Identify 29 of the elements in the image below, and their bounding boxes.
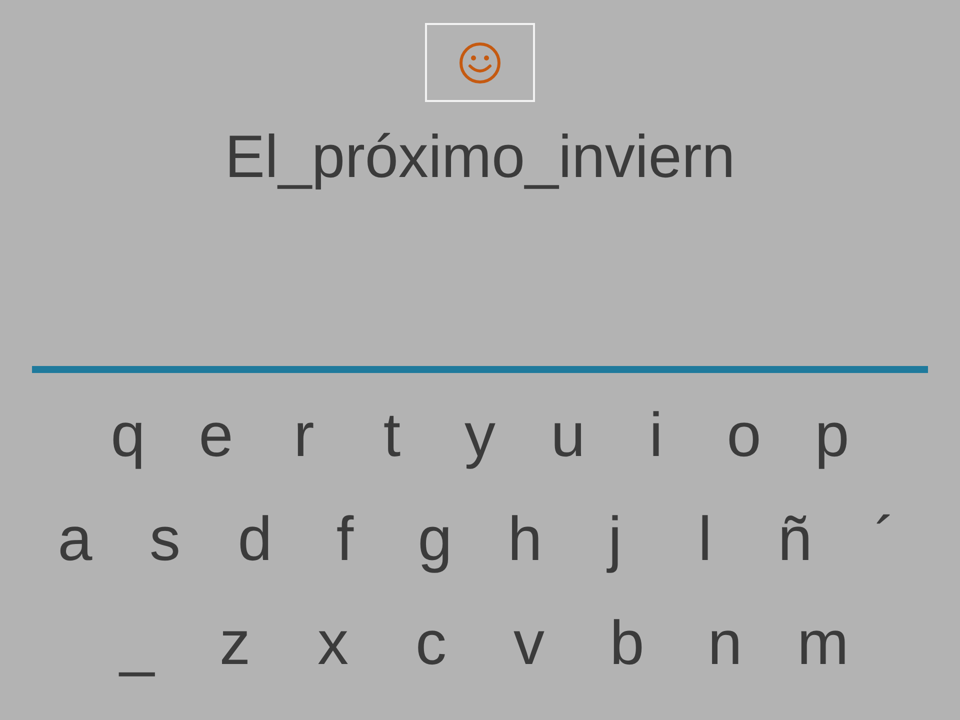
letter-key[interactable]: n <box>676 609 774 679</box>
letter-key[interactable]: l <box>660 505 750 575</box>
letter-key[interactable]: ñ <box>750 505 840 575</box>
letter-key[interactable]: j <box>570 505 660 575</box>
smiley-icon <box>458 40 502 84</box>
letter-key[interactable]: m <box>774 609 872 679</box>
letter-key[interactable]: g <box>390 505 480 575</box>
letter-key[interactable]: z <box>186 609 284 679</box>
letter-key[interactable]: s <box>120 505 210 575</box>
letter-key[interactable]: a <box>30 505 120 575</box>
letter-key[interactable]: x <box>284 609 382 679</box>
letter-key[interactable]: c <box>382 609 480 679</box>
letter-key[interactable]: t <box>348 401 436 471</box>
answer-text: El_próximo_inviern <box>224 124 736 190</box>
letter-key[interactable]: f <box>300 505 390 575</box>
letter-key[interactable]: q <box>84 401 172 471</box>
letter-key[interactable]: ´ <box>840 505 930 575</box>
letter-key[interactable]: u <box>524 401 612 471</box>
letter-key[interactable]: i <box>612 401 700 471</box>
letter-key[interactable]: h <box>480 505 570 575</box>
letter-key[interactable]: r <box>260 401 348 471</box>
letter-key[interactable]: _ <box>88 609 186 679</box>
letter-key[interactable]: d <box>210 505 300 575</box>
letter-key[interactable]: y <box>436 401 524 471</box>
letter-key[interactable]: v <box>480 609 578 679</box>
letter-key[interactable]: b <box>578 609 676 679</box>
letter-key[interactable]: o <box>700 401 788 471</box>
letter-key[interactable]: e <box>172 401 260 471</box>
letter-key[interactable]: p <box>788 401 876 471</box>
